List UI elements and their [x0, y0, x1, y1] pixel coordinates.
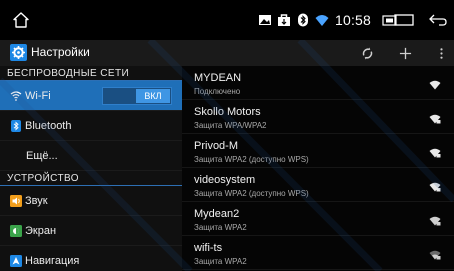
add-icon: [399, 47, 411, 59]
home-icon[interactable]: [12, 11, 30, 29]
page-title: Настройки: [31, 45, 90, 59]
status-bar: 10:58: [0, 0, 454, 40]
list-item[interactable]: Mydean2 Защита WPA2: [182, 202, 454, 236]
action-bar: Настройки: [0, 40, 454, 66]
wifi-toggle-state: ВКЛ: [136, 89, 170, 103]
navigation-icon: [10, 255, 22, 267]
display-icon: [10, 225, 22, 237]
network-status: Подключено: [194, 87, 241, 96]
sidebar-item-navigation[interactable]: Навигация: [0, 246, 182, 271]
wps-button[interactable]: [356, 43, 378, 63]
add-network-button[interactable]: [394, 43, 416, 63]
list-item[interactable]: wifi-ts Защита WPA2: [182, 236, 454, 270]
bluetooth-icon: [11, 120, 21, 132]
back-icon[interactable]: [428, 13, 448, 27]
settings-categories: БЕСПРОВОДНЫЕ СЕТИ Wi-Fi ВКЛ Bluetooth Ещ…: [0, 66, 182, 271]
network-status: Защита WPA/WPA2: [194, 121, 267, 130]
status-icons: 10:58: [258, 0, 413, 40]
sidebar-item-label: Bluetooth: [25, 120, 72, 132]
wifi-toggle[interactable]: ВКЛ: [102, 87, 172, 105]
sound-icon: [10, 195, 22, 207]
picture-icon: [259, 15, 271, 25]
sidebar-item-bluetooth[interactable]: Bluetooth: [0, 111, 182, 141]
network-status: Защита WPA2: [194, 257, 247, 266]
sidebar-item-label: Ещё...: [26, 150, 58, 162]
wifi-signal-lock-icon: [429, 114, 441, 124]
sidebar-item-label: Wi-Fi: [25, 90, 51, 102]
bluetooth-icon: [298, 13, 308, 27]
sidebar-item-display[interactable]: Экран: [0, 216, 182, 246]
wifi-icon: [315, 15, 329, 26]
window-icon[interactable]: [394, 13, 414, 27]
sidebar-item-sound[interactable]: Звук: [0, 186, 182, 216]
wifi-signal-lock-icon: [429, 182, 441, 192]
network-status: Защита WPA2: [194, 223, 247, 232]
network-status: Защита WPA2 (доступно WPS): [194, 189, 309, 198]
wifi-network-list: MYDEAN Подключено Skollo Motors Защита W…: [182, 66, 454, 271]
section-header-wireless: БЕСПРОВОДНЫЕ СЕТИ: [0, 66, 182, 81]
overflow-menu-button[interactable]: [432, 43, 450, 63]
network-name: Mydean2: [194, 208, 240, 220]
sidebar-item-label: Экран: [25, 225, 57, 237]
sidebar-item-label: Звук: [25, 195, 48, 207]
overflow-menu-icon: [439, 47, 443, 59]
status-time: 10:58: [335, 12, 372, 28]
wps-icon: [362, 46, 372, 60]
network-name: videosystem: [194, 174, 256, 186]
network-status: Защита WPA2 (доступно WPS): [194, 155, 309, 164]
bag-icon: [278, 14, 290, 26]
wifi-signal-weak-lock-icon: [429, 250, 441, 260]
sidebar-item-more[interactable]: Ещё...: [0, 141, 182, 171]
section-header-device: УСТРОЙСТВО: [0, 171, 182, 186]
network-name: MYDEAN: [194, 72, 242, 84]
list-item[interactable]: Privod-M Защита WPA2 (доступно WPS): [182, 134, 454, 168]
wifi-icon: [10, 91, 22, 101]
list-item[interactable]: videosystem Защита WPA2 (доступно WPS): [182, 168, 454, 202]
network-name: Skollo Motors: [194, 106, 261, 118]
list-item[interactable]: Skollo Motors Защита WPA/WPA2: [182, 100, 454, 134]
wifi-signal-lock-icon: [429, 148, 441, 158]
network-name: Privod-M: [194, 140, 239, 152]
settings-gear-icon: [10, 44, 27, 61]
list-item[interactable]: MYDEAN Подключено: [182, 66, 454, 100]
network-name: wifi-ts: [194, 242, 223, 254]
sidebar-item-wifi[interactable]: Wi-Fi ВКЛ: [0, 81, 182, 111]
sidebar-item-label: Навигация: [25, 255, 80, 267]
wifi-signal-lock-icon: [429, 216, 441, 226]
wifi-signal-icon: [429, 80, 441, 90]
